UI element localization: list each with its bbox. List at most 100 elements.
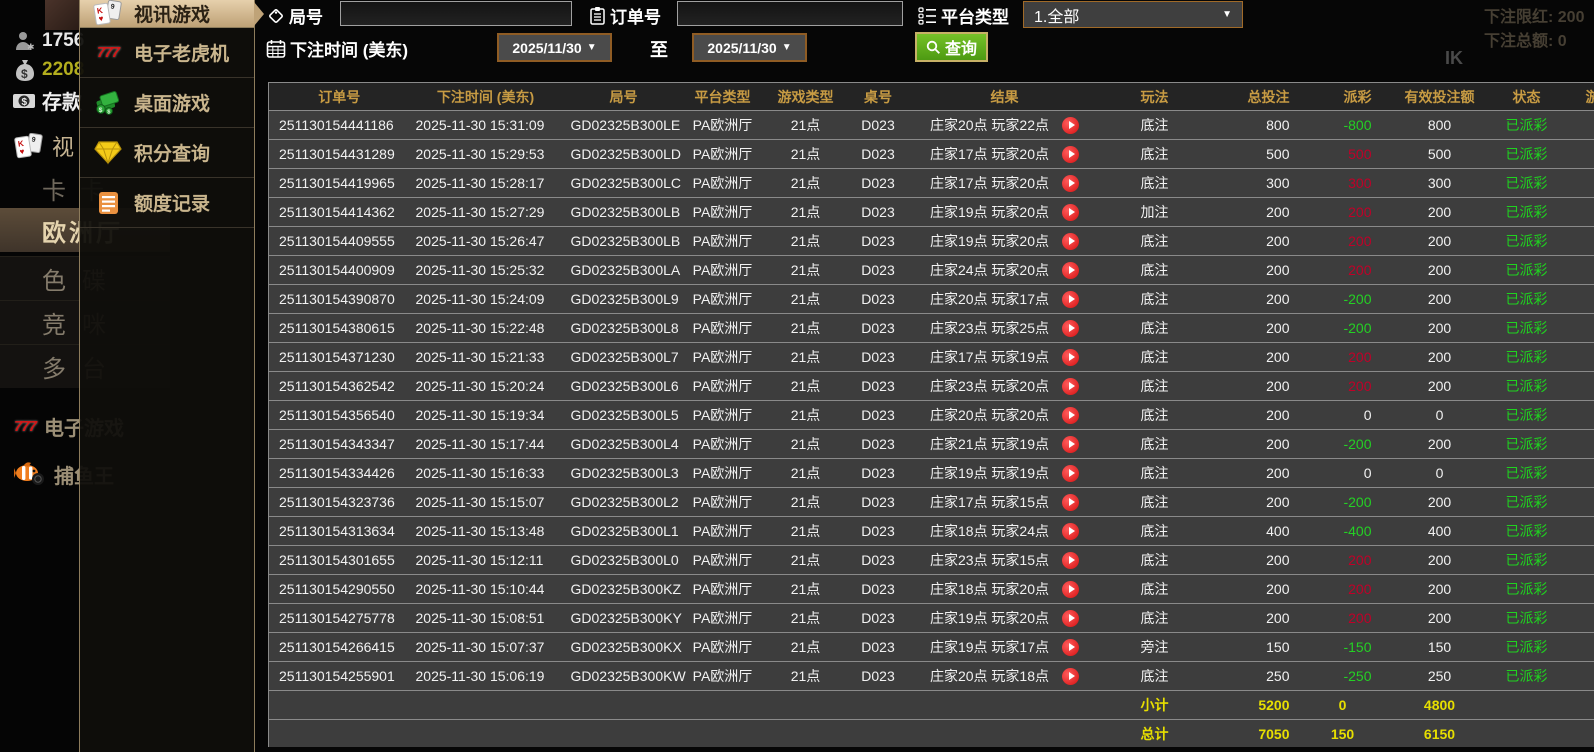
play-video-button[interactable]: [1062, 464, 1080, 482]
cell-play-type: 加注: [1104, 197, 1205, 227]
cell-empty: [1557, 719, 1594, 747]
play-video-button[interactable]: [1062, 551, 1080, 569]
play-video-button[interactable]: [1062, 377, 1080, 395]
subtotal-label: 小计: [1104, 690, 1205, 720]
cell-round: GD02325B300LD: [561, 139, 686, 169]
cell-platform: PA欧洲厅: [685, 342, 760, 372]
play-video-button[interactable]: [1062, 493, 1080, 511]
play-video-button[interactable]: [1062, 406, 1080, 424]
cell-total-bet: 200: [1204, 255, 1302, 285]
play-video-button[interactable]: [1062, 290, 1080, 308]
query-button[interactable]: 查询: [915, 32, 988, 62]
cell-valid-bet: 200: [1383, 226, 1496, 256]
play-video-button[interactable]: [1062, 145, 1080, 163]
cell-valid-bet: 800: [1383, 110, 1496, 140]
cell-game-link: [1557, 255, 1594, 285]
cell-order: 251130154414362: [268, 197, 410, 227]
play-video-button[interactable]: [1062, 435, 1080, 453]
bet-records-table: 订单号 下注时间 (美东) 局号 平台类型 游戏类型 桌号 结果 玩法 总投注 派彩 有效投注额 状态…: [268, 82, 1594, 747]
cell-status-badge: 已派彩: [1495, 603, 1558, 633]
cell-play-type: 底注: [1104, 574, 1205, 604]
cell-game: 21点: [759, 574, 852, 604]
result-text: 庄家24点 玩家20点: [929, 262, 1050, 278]
menu-item-table-games[interactable]: $ $ 桌面游戏: [80, 78, 254, 128]
cell-table: D023: [851, 342, 905, 372]
cell-status-badge: 已派彩: [1495, 371, 1558, 401]
cell-order: 251130154371230: [268, 342, 410, 372]
total-total-bet: 7050: [1204, 719, 1302, 747]
column-header-6: 桌号: [851, 82, 905, 111]
play-video-button[interactable]: [1062, 261, 1080, 279]
platform-type-select[interactable]: 1.全部 ▼: [1023, 1, 1243, 28]
cell-game-link: [1557, 226, 1594, 256]
cell-valid-bet: 200: [1383, 284, 1496, 314]
play-video-button[interactable]: [1062, 319, 1080, 337]
cell-table: D023: [851, 313, 905, 343]
online-users-value: 1756: [42, 30, 85, 51]
cell-payout: -200: [1301, 313, 1384, 343]
cell-result: 庄家23点 玩家20点: [904, 371, 1105, 401]
menu-item-points-query[interactable]: 积分查询: [80, 128, 254, 178]
cell-total-bet: 200: [1204, 574, 1302, 604]
menu-item-credit-records[interactable]: 额度记录: [80, 178, 254, 228]
play-video-button[interactable]: [1062, 203, 1080, 221]
cell-payout: -200: [1301, 429, 1384, 459]
menu-item-video-games[interactable]: 9 K ♥ 视讯游戏: [80, 0, 264, 28]
cell-status-badge: 已派彩: [1495, 487, 1558, 517]
cell-table: D023: [851, 255, 905, 285]
cell-round: GD02325B300LA: [561, 255, 686, 285]
cell-platform: PA欧洲厅: [685, 574, 760, 604]
table-row: 251130154356540 2025-11-30 15:19:34 GD0232…: [268, 400, 1594, 430]
cell-game-link: [1557, 168, 1594, 198]
column-header-7: 结果: [904, 82, 1105, 111]
cell-game-link: [1557, 400, 1594, 430]
cell-status-badge: 已派彩: [1495, 545, 1558, 575]
order-number-input[interactable]: [677, 1, 903, 26]
platform-type-label: 平台类型: [918, 3, 1009, 28]
bet-records-table-wrap: 订单号 下注时间 (美东) 局号 平台类型 游戏类型 桌号 结果 玩法 总投注 派彩 有效投注额 状态…: [268, 82, 1594, 747]
cell-round: GD02325B300L4: [561, 429, 686, 459]
play-video-button[interactable]: [1062, 638, 1080, 656]
table-row: 251130154419965 2025-11-30 15:28:17 GD0232…: [268, 168, 1594, 198]
balance-value: 2208: [42, 59, 85, 80]
cell-table: D023: [851, 661, 905, 691]
play-video-button[interactable]: [1062, 522, 1080, 540]
subtotal-total-bet: 5200: [1204, 690, 1302, 720]
date-to-select[interactable]: 2025/11/30 ▼: [692, 33, 807, 62]
result-text: 庄家19点 玩家19点: [929, 465, 1050, 481]
play-video-button[interactable]: [1062, 348, 1080, 366]
cell-time: 2025-11-30 15:27:29: [409, 197, 562, 227]
cell-time: 2025-11-30 15:21:33: [409, 342, 562, 372]
total-row: 总计 7050 150 6150: [268, 719, 1594, 747]
result-text: 庄家20点 玩家18点: [929, 668, 1050, 684]
cell-status-badge: 已派彩: [1495, 429, 1558, 459]
cell-order: 251130154301655: [268, 545, 410, 575]
cell-result: 庄家23点 玩家25点: [904, 313, 1105, 343]
play-video-button[interactable]: [1062, 609, 1080, 627]
fish-icon: [14, 461, 46, 487]
play-video-button[interactable]: [1062, 174, 1080, 192]
cell-status-badge: 已派彩: [1495, 168, 1558, 198]
cell-total-bet: 200: [1204, 545, 1302, 575]
cell-result: 庄家17点 玩家20点: [904, 168, 1105, 198]
menu-item-slot-machines[interactable]: 777 电子老虎机: [80, 28, 254, 78]
cell-time: 2025-11-30 15:17:44: [409, 429, 562, 459]
play-video-button[interactable]: [1062, 116, 1080, 134]
cell-total-bet: 200: [1204, 342, 1302, 372]
avatar: [45, 0, 79, 30]
cell-round: GD02325B300LC: [561, 168, 686, 198]
cell-order: 251130154343347: [268, 429, 410, 459]
deposit-button[interactable]: $ 存款: [12, 86, 82, 115]
cell-play-type: 底注: [1104, 255, 1205, 285]
cell-round: GD02325B300KW: [561, 661, 686, 691]
play-video-button[interactable]: [1062, 580, 1080, 598]
date-from-select[interactable]: 2025/11/30 ▼: [497, 33, 612, 62]
cell-status-badge: 已派彩: [1495, 226, 1558, 256]
play-video-button[interactable]: [1062, 232, 1080, 250]
round-number-input[interactable]: [340, 1, 572, 26]
chevron-down-icon: ▼: [586, 42, 597, 53]
cell-platform: PA欧洲厅: [685, 487, 760, 517]
subtotal-valid-bet: 4800: [1383, 690, 1496, 720]
list-icon: [918, 6, 937, 25]
play-video-button[interactable]: [1062, 667, 1080, 685]
